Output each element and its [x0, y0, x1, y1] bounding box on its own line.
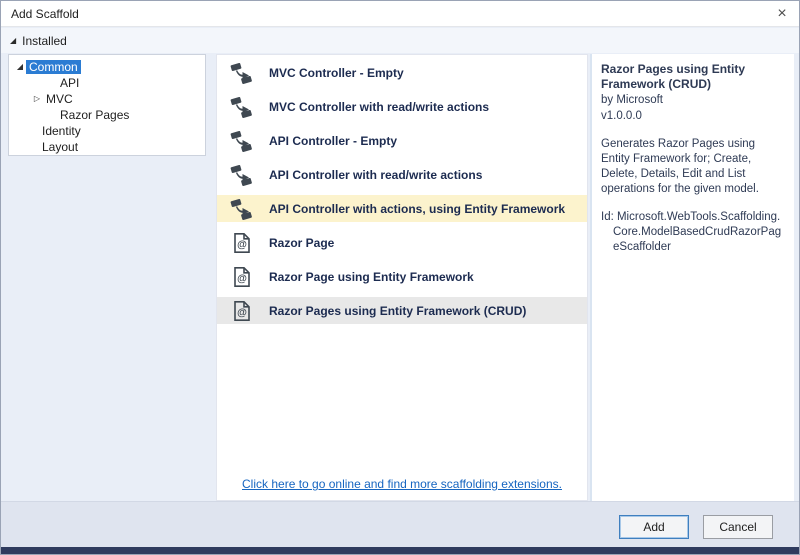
tree-item-api[interactable]: API	[9, 75, 205, 91]
details-id: Id: Microsoft.WebTools.Scaffolding.Core.…	[601, 210, 786, 255]
add-button[interactable]: Add	[619, 515, 689, 539]
scaffold-item-label: MVC Controller - Empty	[269, 66, 404, 80]
svg-text:@: @	[237, 239, 247, 250]
chevron-collapsed-icon[interactable]: ▷	[31, 95, 43, 103]
tree-item-label: Layout	[39, 140, 81, 154]
installed-label: Installed	[22, 34, 67, 48]
svg-text:@: @	[237, 273, 247, 284]
tree-item-label: API	[57, 76, 82, 90]
tree-item-identity[interactable]: Identity	[9, 123, 205, 139]
scaffold-item-razor-page[interactable]: @ Razor Page	[217, 229, 587, 256]
controller-icon	[230, 163, 254, 187]
tree-item-layout[interactable]: Layout	[9, 139, 205, 155]
controller-icon	[230, 61, 254, 85]
scaffold-item-label: Razor Page	[269, 236, 334, 250]
scaffold-item-razor-pages-using-entity-framework-crud[interactable]: @ Razor Pages using Entity Framework (CR…	[217, 297, 587, 324]
tree-item-mvc[interactable]: ▷MVC	[9, 91, 205, 107]
scaffold-item-mvc-controller-empty[interactable]: MVC Controller - Empty	[217, 59, 587, 86]
scaffold-item-label: API Controller with read/write actions	[269, 168, 482, 182]
details-title: Razor Pages using Entity Framework (CRUD…	[601, 62, 786, 92]
chevron-expanded-icon[interactable]: ◢	[14, 63, 26, 71]
details-panel: Razor Pages using Entity Framework (CRUD…	[590, 54, 794, 501]
scaffold-item-api-controller-empty[interactable]: API Controller - Empty	[217, 127, 587, 154]
scaffold-item-mvc-controller-with-read-write-actions[interactable]: MVC Controller with read/write actions	[217, 93, 587, 120]
controller-icon	[230, 197, 254, 221]
scaffold-item-label: MVC Controller with read/write actions	[269, 100, 489, 114]
find-more-extensions-link[interactable]: Click here to go online and find more sc…	[217, 477, 587, 491]
tree-item-label: Razor Pages	[57, 108, 132, 122]
scaffold-item-label: Razor Pages using Entity Framework (CRUD…	[269, 304, 526, 318]
scaffold-item-label: API Controller - Empty	[269, 134, 397, 148]
tree-item-common[interactable]: ◢Common	[9, 59, 205, 75]
razor-page-icon: @	[230, 231, 254, 255]
details-author: by Microsoft	[601, 93, 786, 108]
scaffold-item-api-controller-with-read-write-actions[interactable]: API Controller with read/write actions	[217, 161, 587, 188]
razor-page-icon: @	[230, 265, 254, 289]
svg-text:@: @	[237, 307, 247, 318]
details-version: v1.0.0.0	[601, 109, 786, 124]
tree-item-label: Identity	[39, 124, 84, 138]
tree-item-label: MVC	[43, 92, 76, 106]
chevron-expanded-icon: ◢	[10, 37, 16, 45]
tree-item-razor-pages[interactable]: Razor Pages	[9, 107, 205, 123]
details-description: Generates Razor Pages using Entity Frame…	[601, 137, 786, 197]
footer: Add Cancel	[1, 501, 799, 549]
cancel-button[interactable]: Cancel	[703, 515, 773, 539]
close-icon[interactable]: ×	[771, 3, 793, 25]
razor-page-icon: @	[230, 299, 254, 323]
controller-icon	[230, 95, 254, 119]
scaffold-list: MVC Controller - Empty MVC Controller wi…	[216, 54, 588, 501]
installed-section-header[interactable]: ◢ Installed	[1, 28, 799, 53]
dialog-title: Add Scaffold	[1, 7, 79, 21]
add-scaffold-dialog: Add Scaffold × ◢ Installed ◢CommonAPI▷MV…	[0, 0, 800, 555]
scaffold-item-razor-page-using-entity-framework[interactable]: @ Razor Page using Entity Framework	[217, 263, 587, 290]
window-bottom-edge	[1, 547, 799, 554]
controller-icon	[230, 129, 254, 153]
scaffold-item-label: Razor Page using Entity Framework	[269, 270, 474, 284]
title-bar: Add Scaffold ×	[1, 1, 799, 27]
scaffold-item-label: API Controller with actions, using Entit…	[269, 202, 565, 216]
scaffold-item-api-controller-with-actions-using-entity-framework[interactable]: API Controller with actions, using Entit…	[217, 195, 587, 222]
tree-item-label: Common	[26, 60, 81, 74]
category-tree: ◢CommonAPI▷MVCRazor PagesIdentityLayout	[8, 54, 206, 156]
